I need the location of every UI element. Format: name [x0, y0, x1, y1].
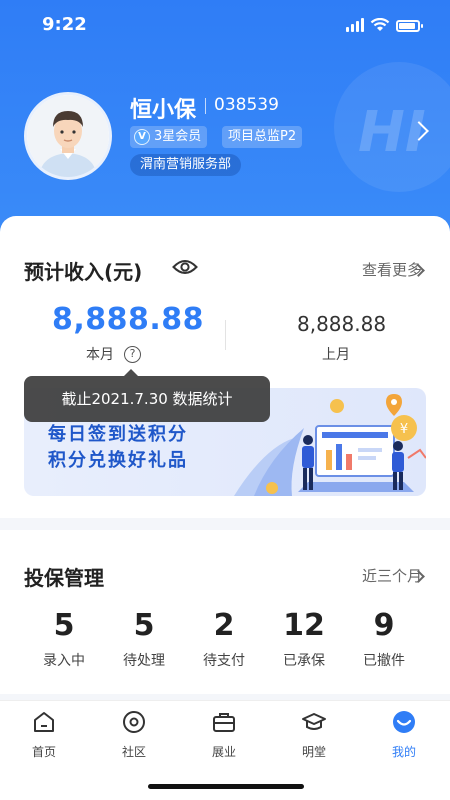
briefcase-icon [213, 713, 235, 732]
amount-divider [225, 320, 226, 350]
user-name: 恒小保 [130, 98, 197, 123]
member-level-label: 3星会员 [154, 129, 202, 144]
home-indicator [148, 784, 304, 789]
help-icon[interactable]: ? [124, 346, 141, 363]
stat-label: 待支付 [203, 653, 245, 669]
tab-community-label: 社区 [121, 745, 146, 759]
community-icon [123, 711, 145, 733]
policy-card: 投保管理 近三个月 5 录入中 5 待处理 2 待支付 12 已承保 9 已撤件 [0, 530, 450, 694]
tab-mine[interactable]: 我的 [374, 709, 434, 760]
tab-home-label: 首页 [31, 745, 56, 759]
stat-value: 5 [53, 608, 75, 643]
stat-label: 已撤件 [363, 653, 405, 669]
stat-value: 5 [133, 608, 155, 643]
this-month-label: 本月 [86, 347, 114, 363]
tab-academy-label: 明堂 [301, 745, 326, 759]
profile-header: HI 9:22 恒小保 038539 V 3星会员 项目总监P2 渭南营销服务部 [0, 0, 450, 250]
stat-value: 12 [283, 608, 325, 643]
tab-mine-label: 我的 [391, 745, 416, 759]
stat-underwritten[interactable]: 12 已承保 [264, 606, 344, 670]
avatar-person-icon [27, 95, 109, 177]
vip-icon: V [134, 129, 150, 145]
stat-entering[interactable]: 5 录入中 [24, 606, 104, 670]
graduation-cap-icon [302, 713, 326, 730]
status-icons [346, 18, 423, 32]
member-level-badge: V 3星会员 [130, 126, 208, 148]
department-badge: 渭南营销服务部 [130, 154, 242, 176]
tab-community[interactable]: 社区 [104, 709, 164, 760]
banner-line-2: 积分兑换好礼品 [48, 450, 188, 471]
tab-home[interactable]: 首页 [14, 709, 74, 760]
income-title: 预计收入(元) [24, 260, 143, 284]
wifi-icon [370, 18, 390, 31]
status-time: 9:22 [42, 14, 87, 35]
eye-icon[interactable] [172, 258, 198, 276]
stat-label: 已承保 [283, 653, 325, 669]
last-month-label: 上月 [322, 347, 350, 363]
stat-value: 9 [373, 608, 395, 643]
stat-to-pay[interactable]: 2 待支付 [184, 606, 264, 670]
banner-line-1: 每日签到送积分 [48, 424, 188, 445]
battery-icon [396, 20, 423, 32]
stat-value: 2 [213, 608, 235, 643]
tab-business-label: 展业 [211, 745, 236, 759]
home-icon [34, 712, 54, 732]
last-month-amount: 8,888.88 [297, 312, 387, 336]
stat-withdrawn[interactable]: 9 已撤件 [344, 606, 424, 670]
this-month-amount: 8,888.88 [52, 302, 205, 337]
stat-label: 录入中 [43, 653, 85, 669]
policy-title: 投保管理 [24, 566, 104, 590]
policy-stats: 5 录入中 5 待处理 2 待支付 12 已承保 9 已撤件 [0, 606, 450, 670]
name-divider [205, 98, 206, 114]
stats-tooltip: 截止2021.7.30 数据统计 [24, 369, 270, 422]
income-card: 预计收入(元) 查看更多 8,888.88 本月 ? 8,888.88 上月 每… [0, 216, 450, 518]
profile-face-icon [393, 711, 415, 733]
tab-academy[interactable]: 明堂 [284, 709, 344, 760]
stat-pending[interactable]: 5 待处理 [104, 606, 184, 670]
stat-label: 待处理 [123, 653, 165, 669]
avatar[interactable] [24, 92, 112, 180]
svg-text:¥: ¥ [400, 422, 408, 437]
user-id: 038539 [214, 95, 279, 115]
job-title-badge: 项目总监P2 [222, 126, 303, 148]
signal-icon [346, 18, 364, 32]
tab-business[interactable]: 展业 [194, 709, 254, 760]
